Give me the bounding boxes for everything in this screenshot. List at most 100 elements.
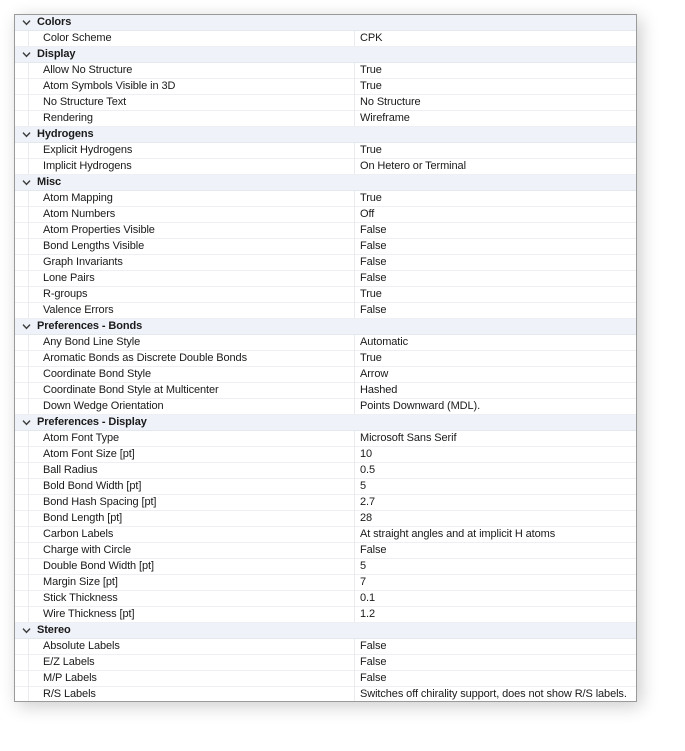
property-value[interactable]: False [360,639,634,655]
property-row[interactable]: Coordinate Bond Style at Multicenter Hash… [15,383,636,399]
property-value[interactable]: True [360,351,634,367]
chevron-down-icon[interactable] [15,175,37,191]
property-name: Aromatic Bonds as Discrete Double Bonds [43,352,247,364]
property-row[interactable]: No Structure Text No Structure [15,95,636,111]
property-value[interactable]: On Hetero or Terminal [360,159,634,175]
property-row[interactable]: Atom Mapping True [15,191,636,207]
property-value[interactable]: Off [360,207,634,223]
property-row[interactable]: E/Z Labels False [15,655,636,671]
property-value[interactable]: 0.1 [360,591,634,607]
property-value[interactable]: At straight angles and at implicit H ato… [360,527,634,543]
chevron-down-icon[interactable] [15,319,37,335]
property-value[interactable]: 5 [360,559,634,575]
property-row[interactable]: M/P Labels False [15,671,636,687]
property-value[interactable]: 10 [360,447,634,463]
property-value[interactable]: False [360,271,634,287]
property-value[interactable]: Points Downward (MDL). [360,399,634,415]
property-value[interactable]: No Structure [360,95,634,111]
property-row[interactable]: Color Scheme CPK [15,31,636,47]
property-row[interactable]: Atom Properties Visible False [15,223,636,239]
property-row[interactable]: Aromatic Bonds as Discrete Double Bonds T… [15,351,636,367]
property-value[interactable]: 5 [360,479,634,495]
property-grid-panel: Colors Color Scheme CPK Display Allow No Str… [14,14,637,702]
group-header[interactable]: Colors [15,15,636,31]
property-name: Graph Invariants [43,256,123,268]
property-row[interactable]: Absolute Labels False [15,639,636,655]
property-name: Explicit Hydrogens [43,144,133,156]
property-row[interactable]: Bond Hash Spacing [pt] 2.7 [15,495,636,511]
property-value[interactable]: False [360,671,634,687]
property-value[interactable]: 2.7 [360,495,634,511]
chevron-down-icon[interactable] [15,415,37,431]
property-name: E/Z Labels [43,656,95,668]
property-value[interactable]: False [360,303,634,319]
property-row[interactable]: Wire Thickness [pt] 1.2 [15,607,636,623]
property-value[interactable]: CPK [360,31,634,47]
property-row[interactable]: Coordinate Bond Style Arrow [15,367,636,383]
property-value[interactable]: 28 [360,511,634,527]
property-row[interactable]: Atom Numbers Off [15,207,636,223]
property-row[interactable]: Allow No Structure True [15,63,636,79]
property-row[interactable]: Down Wedge Orientation Points Downward (M… [15,399,636,415]
property-row[interactable]: Bold Bond Width [pt] 5 [15,479,636,495]
group-header[interactable]: Hydrogens [15,127,636,143]
property-row[interactable]: Charge with Circle False [15,543,636,559]
group-header[interactable]: Stereo [15,623,636,639]
property-value[interactable]: True [360,191,634,207]
property-value[interactable]: False [360,255,634,271]
group-title: Colors [37,16,72,28]
property-name: Charge with Circle [43,544,132,556]
property-row[interactable]: Graph Invariants False [15,255,636,271]
property-row[interactable]: R/S Labels Switches off chirality support… [15,687,636,701]
property-row[interactable]: Atom Symbols Visible in 3D True [15,79,636,95]
property-value[interactable]: True [360,143,634,159]
property-value[interactable]: 0.5 [360,463,634,479]
property-row[interactable]: Carbon Labels At straight angles and at i… [15,527,636,543]
property-row[interactable]: Margin Size [pt] 7 [15,575,636,591]
property-value[interactable]: False [360,655,634,671]
property-row[interactable]: Atom Font Size [pt] 10 [15,447,636,463]
chevron-down-icon[interactable] [15,15,37,31]
property-row[interactable]: Double Bond Width [pt] 5 [15,559,636,575]
group-header[interactable]: Display [15,47,636,63]
property-value[interactable]: Arrow [360,367,634,383]
group-header[interactable]: Misc [15,175,636,191]
chevron-down-icon[interactable] [15,47,37,63]
property-row[interactable]: Bond Lengths Visible False [15,239,636,255]
property-value[interactable]: Switches off chirality support, does not… [360,687,634,701]
property-row[interactable]: Stick Thickness 0.1 [15,591,636,607]
property-row[interactable]: Lone Pairs False [15,271,636,287]
property-row[interactable]: Rendering Wireframe [15,111,636,127]
chevron-down-icon[interactable] [15,127,37,143]
property-row[interactable]: Any Bond Line Style Automatic [15,335,636,351]
property-name: Coordinate Bond Style at Multicenter [43,384,219,396]
property-row[interactable]: Atom Font Type Microsoft Sans Serif [15,431,636,447]
property-value[interactable]: False [360,223,634,239]
property-row[interactable]: Explicit Hydrogens True [15,143,636,159]
property-value[interactable]: Hashed [360,383,634,399]
property-name: Absolute Labels [43,640,120,652]
chevron-down-icon[interactable] [15,623,37,639]
property-value[interactable]: 1.2 [360,607,634,623]
property-row[interactable]: R-groups True [15,287,636,303]
property-name: Bold Bond Width [pt] [43,480,142,492]
property-row[interactable]: Bond Length [pt] 28 [15,511,636,527]
property-value[interactable]: False [360,543,634,559]
property-value[interactable]: Microsoft Sans Serif [360,431,634,447]
property-row[interactable]: Implicit Hydrogens On Hetero or Terminal [15,159,636,175]
group-header[interactable]: Preferences - Bonds [15,319,636,335]
property-row[interactable]: Ball Radius 0.5 [15,463,636,479]
property-value[interactable]: Wireframe [360,111,634,127]
property-value[interactable]: True [360,287,634,303]
property-value[interactable]: True [360,63,634,79]
property-name: Coordinate Bond Style [43,368,151,380]
group-header[interactable]: Preferences - Display [15,415,636,431]
property-name: Color Scheme [43,32,112,44]
property-value[interactable]: 7 [360,575,634,591]
property-value[interactable]: False [360,239,634,255]
property-value[interactable]: Automatic [360,335,634,351]
property-value[interactable]: True [360,79,634,95]
property-row[interactable]: Valence Errors False [15,303,636,319]
property-name: Double Bond Width [pt] [43,560,154,572]
property-name: Atom Font Size [pt] [43,448,135,460]
